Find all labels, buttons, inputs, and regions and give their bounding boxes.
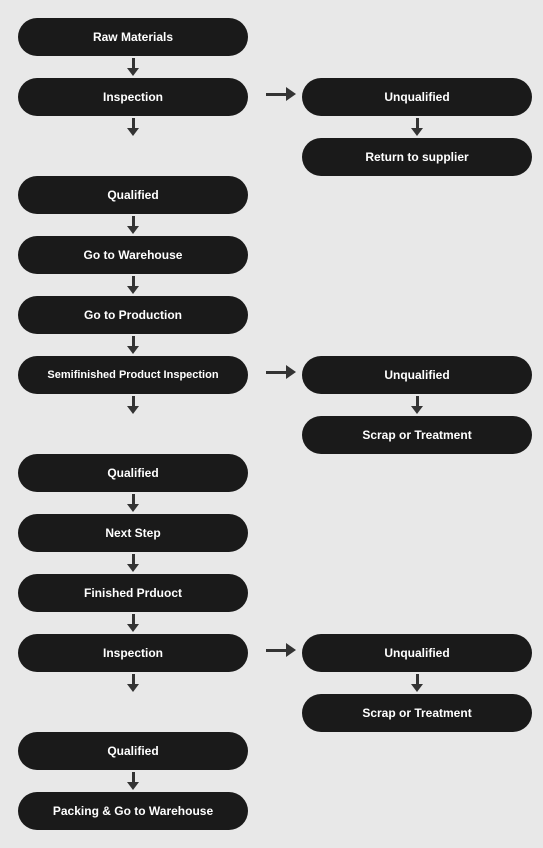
scrap-treatment1-node: Scrap or Treatment bbox=[302, 416, 532, 454]
qualified2-node: Qualified bbox=[18, 454, 248, 492]
qualified3-node: Qualified bbox=[18, 732, 248, 770]
arrow-down-1 bbox=[127, 58, 139, 76]
arrow-down-r2 bbox=[411, 396, 423, 414]
arrow-down-3 bbox=[127, 216, 139, 234]
arrow-down-6 bbox=[127, 396, 139, 414]
arrow-down-11 bbox=[127, 772, 139, 790]
arrow-down-10 bbox=[127, 674, 139, 692]
raw-materials-node: Raw Materials bbox=[18, 18, 248, 56]
inspection1-node: Inspection bbox=[18, 78, 248, 116]
arrow-down-8 bbox=[127, 554, 139, 572]
arrow-down-7 bbox=[127, 494, 139, 512]
unqualified2-node: Unqualified bbox=[302, 356, 532, 394]
arrow-down-4 bbox=[127, 276, 139, 294]
arrow-down-2 bbox=[127, 118, 139, 136]
scrap-treatment2-node: Scrap or Treatment bbox=[302, 694, 532, 732]
arrow-down-9 bbox=[127, 614, 139, 632]
arrow-down-5 bbox=[127, 336, 139, 354]
packing-node: Packing & Go to Warehouse bbox=[18, 792, 248, 830]
flowchart: Raw Materials Inspection bbox=[0, 10, 543, 838]
go-to-warehouse-node: Go to Warehouse bbox=[18, 236, 248, 274]
qualified1-node: Qualified bbox=[18, 176, 248, 214]
semifinished-inspection-node: Semifinished Product Inspection bbox=[18, 356, 248, 394]
arrow-down-r1 bbox=[411, 118, 423, 136]
next-step-node: Next Step bbox=[18, 514, 248, 552]
unqualified3-node: Unqualified bbox=[302, 634, 532, 672]
go-to-production-node: Go to Production bbox=[18, 296, 248, 334]
unqualified1-node: Unqualified bbox=[302, 78, 532, 116]
finished-product-node: Finished Prduoct bbox=[18, 574, 248, 612]
inspection2-node: Inspection bbox=[18, 634, 248, 672]
return-supplier-node: Return to supplier bbox=[302, 138, 532, 176]
arrow-down-r3 bbox=[411, 674, 423, 692]
